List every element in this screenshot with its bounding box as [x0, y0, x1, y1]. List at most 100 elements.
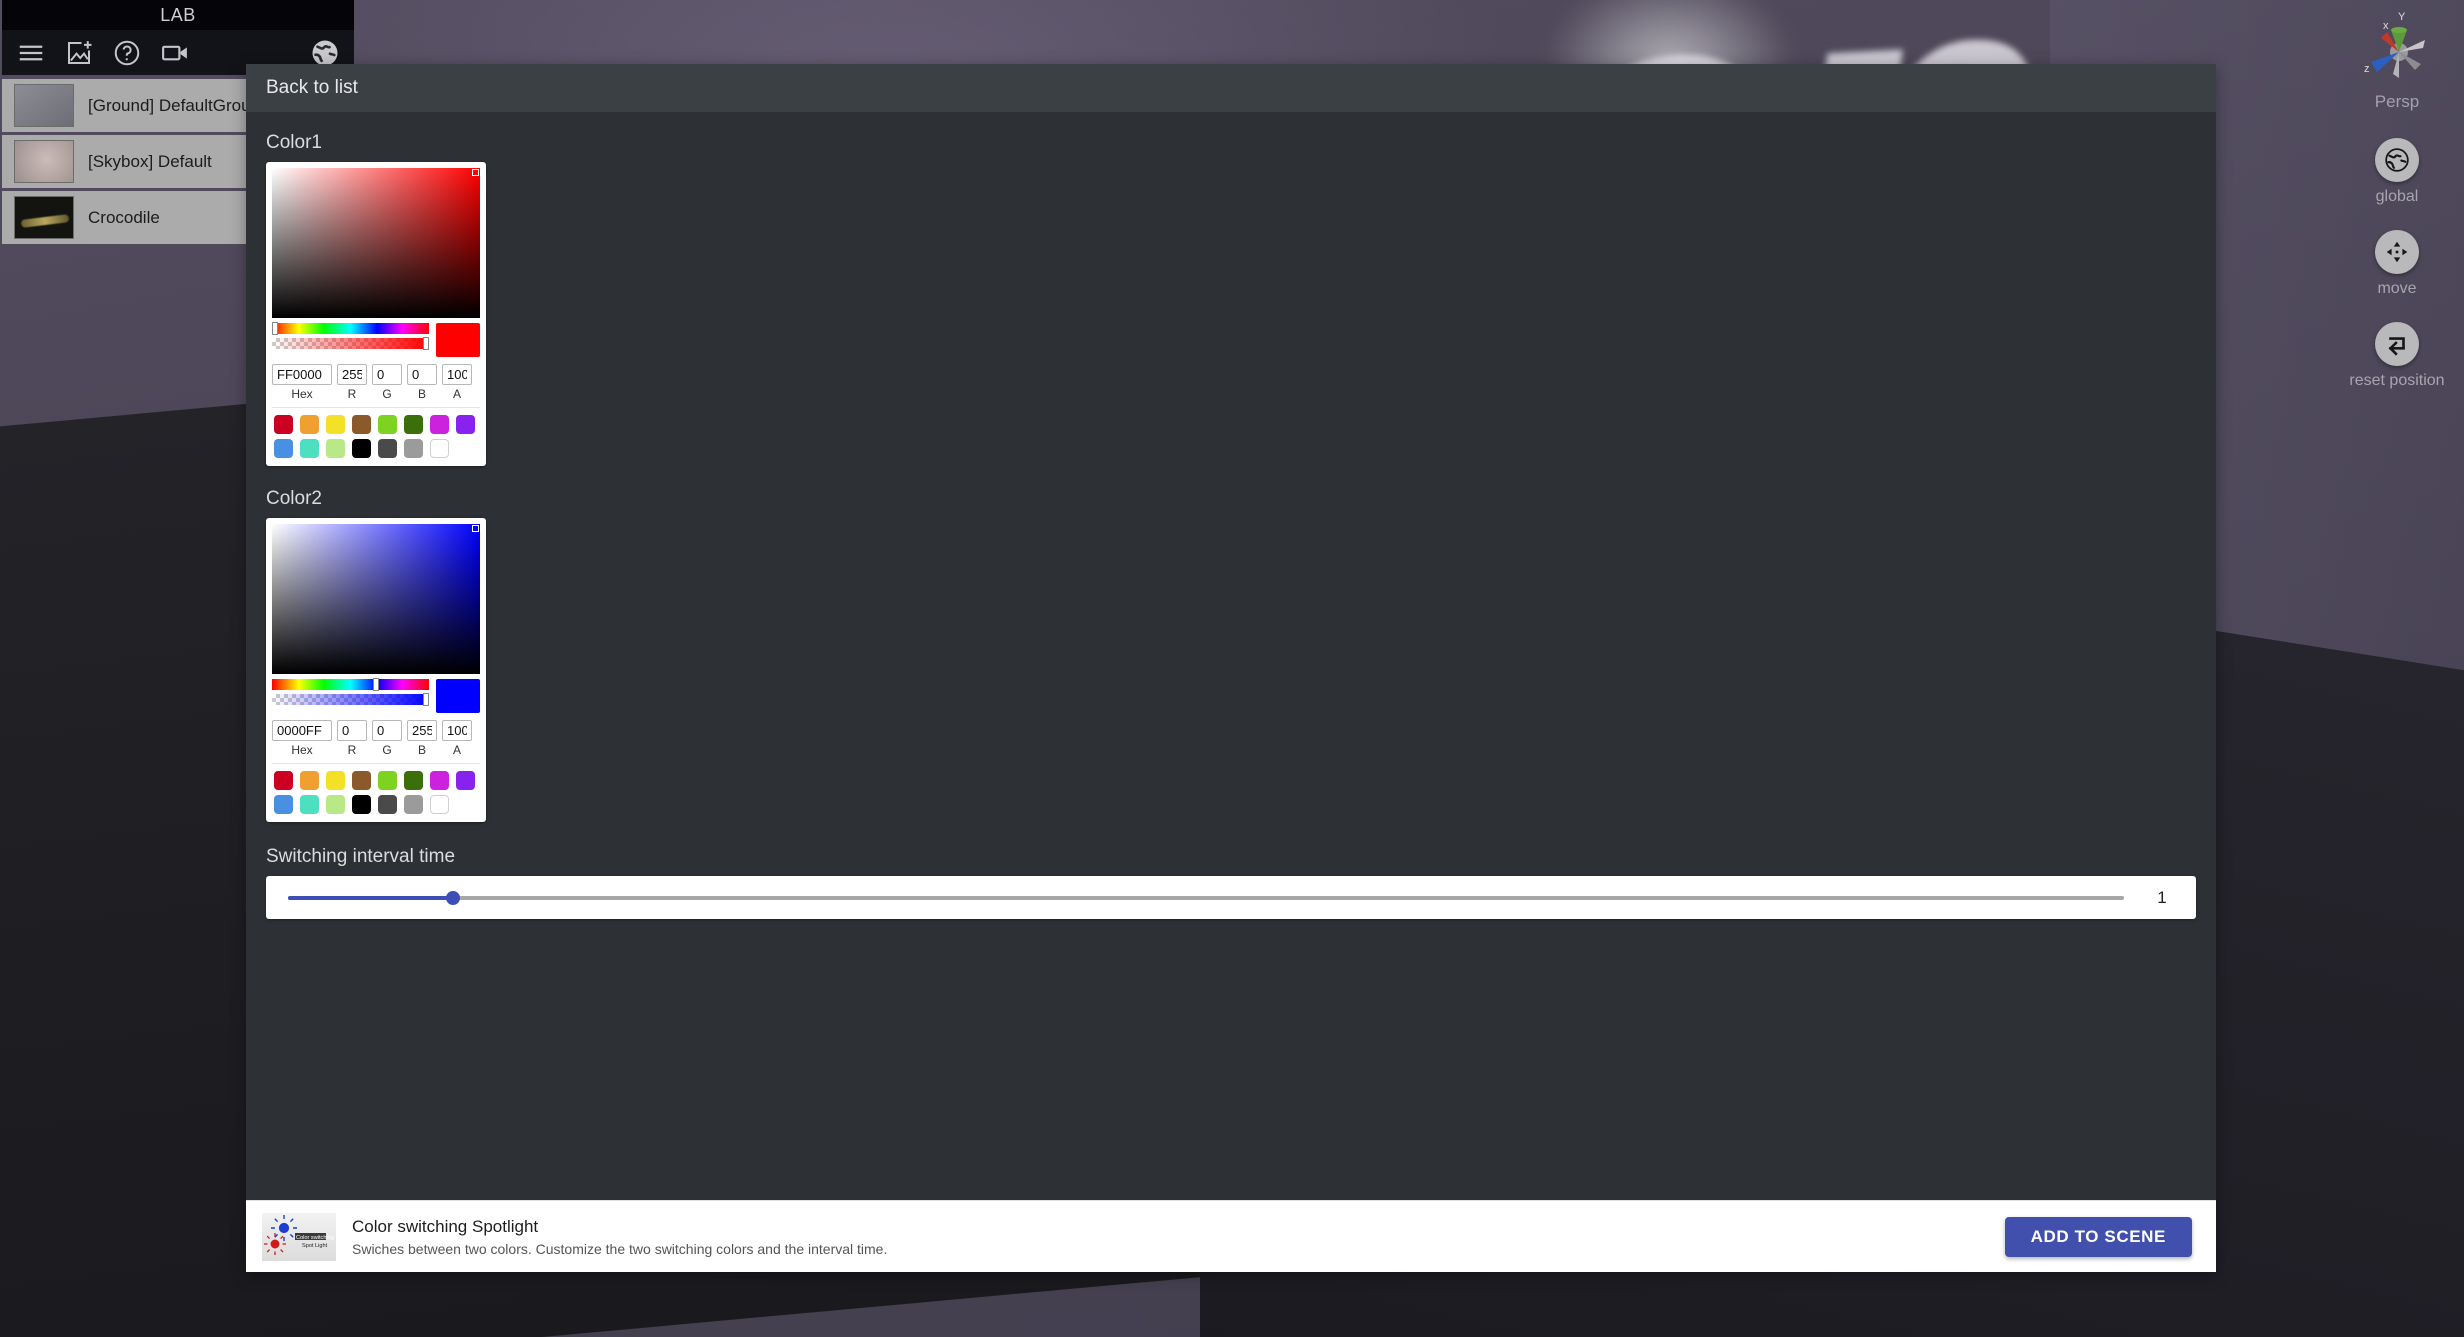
move-tool-button[interactable]: [2375, 230, 2419, 274]
help-icon[interactable]: [112, 38, 142, 68]
projection-label: Persp: [2374, 92, 2420, 111]
color1-r-caption: R: [347, 387, 357, 401]
color2-r-caption: R: [347, 743, 357, 757]
color-swatch[interactable]: [456, 771, 475, 790]
interval-slider-card: 1: [266, 876, 2196, 919]
color1-picker[interactable]: Hex R G B A: [266, 162, 486, 466]
color-swatch[interactable]: [352, 439, 371, 458]
color-swatch[interactable]: [274, 795, 293, 814]
back-to-list-button[interactable]: Back to list: [246, 64, 2216, 112]
color-swatch[interactable]: [430, 439, 449, 458]
color-swatch[interactable]: [300, 771, 319, 790]
interval-slider-knob[interactable]: [446, 890, 461, 905]
color2-g-input[interactable]: [372, 720, 402, 741]
object-thumbnail: [14, 140, 74, 183]
color2-saturation-value-area[interactable]: [272, 524, 480, 674]
color-swatch[interactable]: [352, 795, 371, 814]
color2-g-caption: G: [382, 743, 392, 757]
panel-body: Color1 FF0000 Hex 255 R 0 G 0 B 100 A Co…: [246, 112, 2216, 1200]
asset-detail-panel: Back to list Color1 FF0000 Hex 255 R 0 G…: [246, 64, 2216, 1272]
color-swatch[interactable]: [300, 795, 319, 814]
color1-alpha-handle[interactable]: [422, 337, 429, 350]
color-swatch[interactable]: [300, 415, 319, 434]
color1-saturation-value-area[interactable]: [272, 168, 480, 318]
color-swatch[interactable]: [404, 771, 423, 790]
move-icon: [2386, 241, 2408, 263]
thumb-caption-1: Color switching: [296, 1235, 334, 1241]
add-image-icon[interactable]: [64, 38, 94, 68]
color-swatch[interactable]: [326, 795, 345, 814]
color1-r-input[interactable]: [337, 364, 367, 385]
color-swatch[interactable]: [274, 439, 293, 458]
color2-picker[interactable]: Hex R G B A: [266, 518, 486, 822]
thumb-caption-2: Spot Light: [302, 1243, 328, 1249]
color-swatch[interactable]: [378, 415, 397, 434]
color-swatch[interactable]: [300, 439, 319, 458]
color-swatch[interactable]: [430, 795, 449, 814]
color-swatch[interactable]: [430, 415, 449, 434]
color2-b-input[interactable]: [407, 720, 437, 741]
global-space-button[interactable]: [2375, 138, 2419, 182]
color2-hue-handle[interactable]: [372, 678, 379, 691]
reset-position-button[interactable]: [2375, 322, 2419, 366]
color2-hex-caption: Hex: [291, 743, 313, 757]
object-thumbnail: [14, 196, 74, 239]
move-tool-label: move: [2377, 280, 2417, 297]
object-thumbnail: [14, 84, 74, 127]
color1-hue-handle[interactable]: [272, 322, 279, 335]
color-swatch[interactable]: [274, 415, 293, 434]
color-swatch[interactable]: [430, 771, 449, 790]
color-swatch[interactable]: [404, 415, 423, 434]
color1-b-input[interactable]: [407, 364, 437, 385]
interval-label: Switching interval time: [266, 846, 456, 867]
globe-icon: [2385, 148, 2409, 172]
color-swatch[interactable]: [404, 795, 423, 814]
add-to-scene-button[interactable]: ADD TO SCENE: [2004, 1216, 2192, 1257]
global-space-label: global: [2375, 188, 2419, 205]
color2-swatches: [272, 763, 480, 822]
color-swatch[interactable]: [274, 771, 293, 790]
video-camera-icon[interactable]: [160, 38, 190, 68]
color-swatch[interactable]: [326, 771, 345, 790]
back-to-list-label: Back to list: [266, 77, 358, 98]
color-swatch[interactable]: [326, 439, 345, 458]
color-swatch[interactable]: [378, 439, 397, 458]
color2-r-input[interactable]: [337, 720, 367, 741]
color2-hex-input[interactable]: [272, 720, 332, 741]
color1-a-input[interactable]: [442, 364, 472, 385]
color1-g-input[interactable]: [372, 364, 402, 385]
axis-gizmo[interactable]: x Y z: [2337, 8, 2457, 90]
reset-arrow-icon: [2388, 337, 2405, 356]
color-swatch[interactable]: [352, 415, 371, 434]
color-swatch[interactable]: [456, 415, 475, 434]
color2-alpha-handle[interactable]: [422, 693, 429, 706]
color-swatch[interactable]: [378, 795, 397, 814]
color2-hue-slider[interactable]: [272, 678, 429, 691]
asset-title: Color switching Spotlight: [352, 1216, 539, 1236]
color2-alpha-slider[interactable]: [272, 693, 429, 706]
interval-slider-fill: [288, 895, 454, 900]
color-swatch[interactable]: [378, 771, 397, 790]
color1-alpha-slider[interactable]: [272, 337, 429, 350]
color2-a-caption: A: [452, 743, 461, 757]
color2-preview: [436, 679, 480, 713]
color2-a-input[interactable]: [442, 720, 472, 741]
color2-label: Color2: [266, 488, 322, 509]
svg-text:Y: Y: [2398, 11, 2406, 23]
color-swatch[interactable]: [404, 439, 423, 458]
color1-hex-input[interactable]: [272, 364, 332, 385]
gizmo-tools: x Y z Persp global move reset position: [2330, 0, 2464, 414]
lab-title: LAB: [160, 4, 196, 25]
color1-hue-slider[interactable]: [272, 322, 429, 335]
color-swatch[interactable]: [326, 415, 345, 434]
globe-icon[interactable]: [310, 38, 340, 68]
color-swatch[interactable]: [352, 771, 371, 790]
interval-slider-track[interactable]: [288, 890, 2124, 905]
color2-b-caption: B: [417, 743, 426, 757]
color2-sv-handle[interactable]: [472, 525, 479, 532]
menu-icon[interactable]: [16, 38, 46, 68]
color1-label: Color1: [266, 132, 322, 153]
color1-hex-caption: Hex: [291, 387, 313, 401]
asset-footer: Color switching Spot Light Color switchi…: [246, 1200, 2216, 1272]
color1-sv-handle[interactable]: [472, 169, 479, 176]
